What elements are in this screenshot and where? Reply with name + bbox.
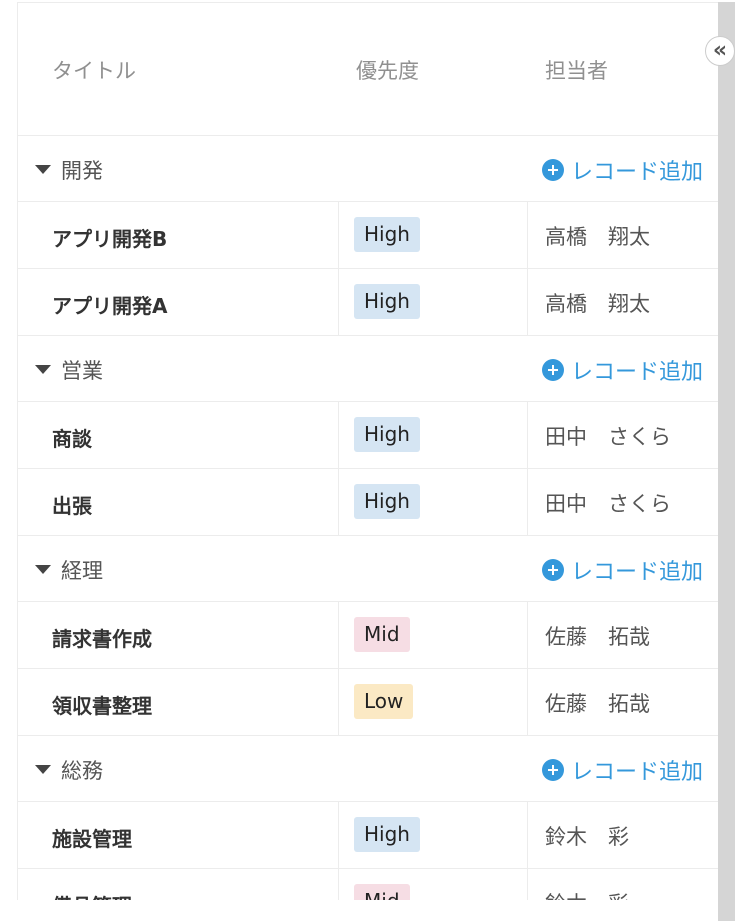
row-assignee: 鈴木 彩	[545, 888, 629, 900]
column-divider	[338, 602, 339, 668]
column-header-title[interactable]: タイトル	[52, 55, 136, 85]
group-name: 総務	[61, 759, 103, 783]
add-record-button[interactable]: レコード追加	[541, 554, 703, 586]
add-record-label: レコード追加	[570, 760, 703, 785]
row-assignee: 高橋 翔太	[545, 225, 650, 249]
plus-circle-icon	[541, 759, 564, 781]
row-assignee: 鈴木 彩	[545, 825, 629, 849]
column-divider	[338, 402, 339, 468]
group-row-sales[interactable]: 営業 レコード追加	[18, 336, 719, 402]
double-chevron-left-icon[interactable]: «	[705, 36, 735, 66]
column-divider	[527, 669, 528, 735]
row-title: アプリ開発A	[52, 294, 168, 318]
row-title: 請求書作成	[52, 627, 152, 651]
plus-circle-icon	[541, 159, 564, 181]
table-row[interactable]: 出張 High 田中 さくら	[18, 469, 719, 536]
record-table: タイトル 優先度 担当者 開発 レコード追加 アプリ開発B High 高橋 翔太…	[17, 2, 719, 900]
row-title: 施設管理	[52, 827, 132, 851]
priority-badge: High	[354, 817, 420, 852]
table-row[interactable]: 商談 High 田中 さくら	[18, 402, 719, 469]
column-divider	[527, 469, 528, 535]
column-divider	[338, 469, 339, 535]
plus-circle-icon	[541, 559, 564, 581]
priority-badge: High	[354, 417, 420, 452]
page: タイトル 優先度 担当者 開発 レコード追加 アプリ開発B High 高橋 翔太…	[0, 0, 735, 921]
caret-down-icon[interactable]	[35, 765, 51, 774]
caret-down-icon[interactable]	[35, 165, 51, 174]
column-divider	[338, 202, 339, 268]
caret-down-icon[interactable]	[35, 565, 51, 574]
priority-badge: High	[354, 284, 420, 319]
column-header-assignee[interactable]: 担当者	[545, 55, 608, 85]
caret-down-icon[interactable]	[35, 365, 51, 374]
column-divider	[338, 802, 339, 868]
add-record-button[interactable]: レコード追加	[541, 154, 703, 186]
priority-badge: High	[354, 484, 420, 519]
row-assignee: 田中 さくら	[545, 492, 671, 516]
table-row[interactable]: 請求書作成 Mid 佐藤 拓哉	[18, 602, 719, 669]
column-header-priority[interactable]: 優先度	[356, 55, 419, 85]
column-divider	[527, 802, 528, 868]
row-title: 出張	[52, 494, 92, 518]
column-divider	[527, 202, 528, 268]
add-record-label: レコード追加	[570, 560, 703, 585]
add-record-button[interactable]: レコード追加	[541, 354, 703, 386]
row-assignee: 佐藤 拓哉	[545, 625, 650, 649]
row-assignee: 田中 さくら	[545, 425, 671, 449]
group-row-general-affairs[interactable]: 総務 レコード追加	[18, 736, 719, 802]
column-divider	[338, 869, 339, 900]
group-name: 営業	[61, 359, 103, 383]
column-divider	[338, 269, 339, 335]
priority-badge: High	[354, 217, 420, 252]
table-header: タイトル 優先度 担当者	[18, 3, 719, 136]
column-divider	[338, 669, 339, 735]
group-name: 開発	[61, 159, 103, 183]
add-record-button[interactable]: レコード追加	[541, 754, 703, 786]
priority-badge: Mid	[354, 617, 410, 652]
column-divider	[527, 602, 528, 668]
column-divider	[527, 869, 528, 900]
plus-circle-icon	[541, 359, 564, 381]
row-title: 商談	[52, 427, 92, 451]
column-divider	[527, 269, 528, 335]
panel-scrollbar[interactable]	[718, 2, 735, 921]
table-row[interactable]: アプリ開発A High 高橋 翔太	[18, 269, 719, 336]
group-row-development[interactable]: 開発 レコード追加	[18, 136, 719, 202]
group-name: 経理	[61, 559, 103, 583]
column-divider	[527, 402, 528, 468]
table-row[interactable]: 施設管理 High 鈴木 彩	[18, 802, 719, 869]
row-title: 領収書整理	[52, 694, 152, 718]
priority-badge: Low	[354, 684, 414, 719]
row-title: 備品管理	[52, 890, 132, 900]
add-record-label: レコード追加	[570, 360, 703, 385]
row-title: アプリ開発B	[52, 227, 168, 251]
row-assignee: 佐藤 拓哉	[545, 692, 650, 716]
priority-badge: Mid	[354, 884, 410, 900]
group-row-accounting[interactable]: 経理 レコード追加	[18, 536, 719, 602]
row-assignee: 高橋 翔太	[545, 292, 650, 316]
table-row[interactable]: 備品管理 Mid 鈴木 彩	[18, 869, 719, 900]
table-row[interactable]: アプリ開発B High 高橋 翔太	[18, 202, 719, 269]
table-row[interactable]: 領収書整理 Low 佐藤 拓哉	[18, 669, 719, 736]
add-record-label: レコード追加	[570, 160, 703, 185]
